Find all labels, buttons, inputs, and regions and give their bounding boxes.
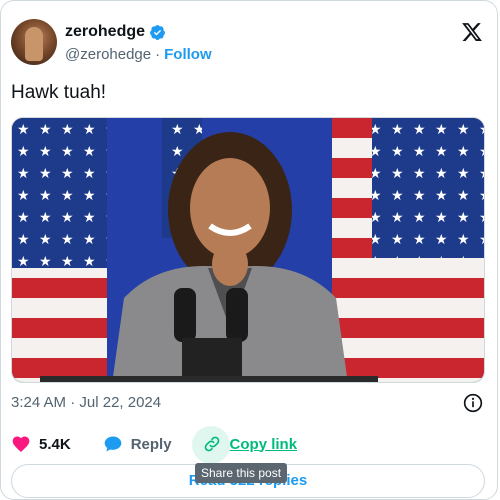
- author-handle-row: @zerohedge · Follow: [65, 46, 212, 63]
- tweet-date: Jul 22, 2024: [79, 394, 162, 411]
- share-tooltip: Share this post: [195, 463, 288, 483]
- avatar[interactable]: [11, 19, 57, 65]
- heart-icon: [12, 436, 30, 452]
- copy-link-label: Copy link: [229, 435, 298, 453]
- link-icon: [204, 436, 219, 452]
- reply-bubble-icon: [104, 436, 122, 452]
- copy-link-wrapper: Copy link: [191, 426, 298, 464]
- copy-link-button[interactable]: Copy link: [202, 434, 298, 454]
- date-separator: ·: [70, 394, 76, 411]
- author-handle[interactable]: @zerohedge: [65, 46, 151, 63]
- follow-button[interactable]: Follow: [164, 46, 212, 63]
- action-bar: 5.4K Reply Copy link: [11, 426, 298, 464]
- like-count: 5.4K: [39, 435, 71, 453]
- tweet-card: zerohedge @zerohedge · Follow Hawk tuah!…: [0, 0, 498, 500]
- reply-button[interactable]: Reply: [103, 434, 172, 454]
- separator: ·: [155, 46, 161, 63]
- author-name-row: zerohedge: [65, 23, 166, 41]
- tweet-time: 3:24 AM: [11, 394, 67, 411]
- media-photo: ★: [12, 118, 484, 382]
- like-button[interactable]: 5.4K: [11, 434, 71, 454]
- x-logo-icon[interactable]: [461, 21, 483, 43]
- reply-label: Reply: [130, 435, 172, 453]
- tweet-text: Hawk tuah!: [11, 82, 107, 103]
- verified-badge-icon: [150, 24, 165, 40]
- tweet-timestamp[interactable]: 3:24 AM · Jul 22, 2024: [11, 394, 161, 411]
- info-icon[interactable]: [463, 393, 483, 413]
- author-name[interactable]: zerohedge: [65, 23, 145, 41]
- tweet-media-image[interactable]: ★: [11, 117, 485, 383]
